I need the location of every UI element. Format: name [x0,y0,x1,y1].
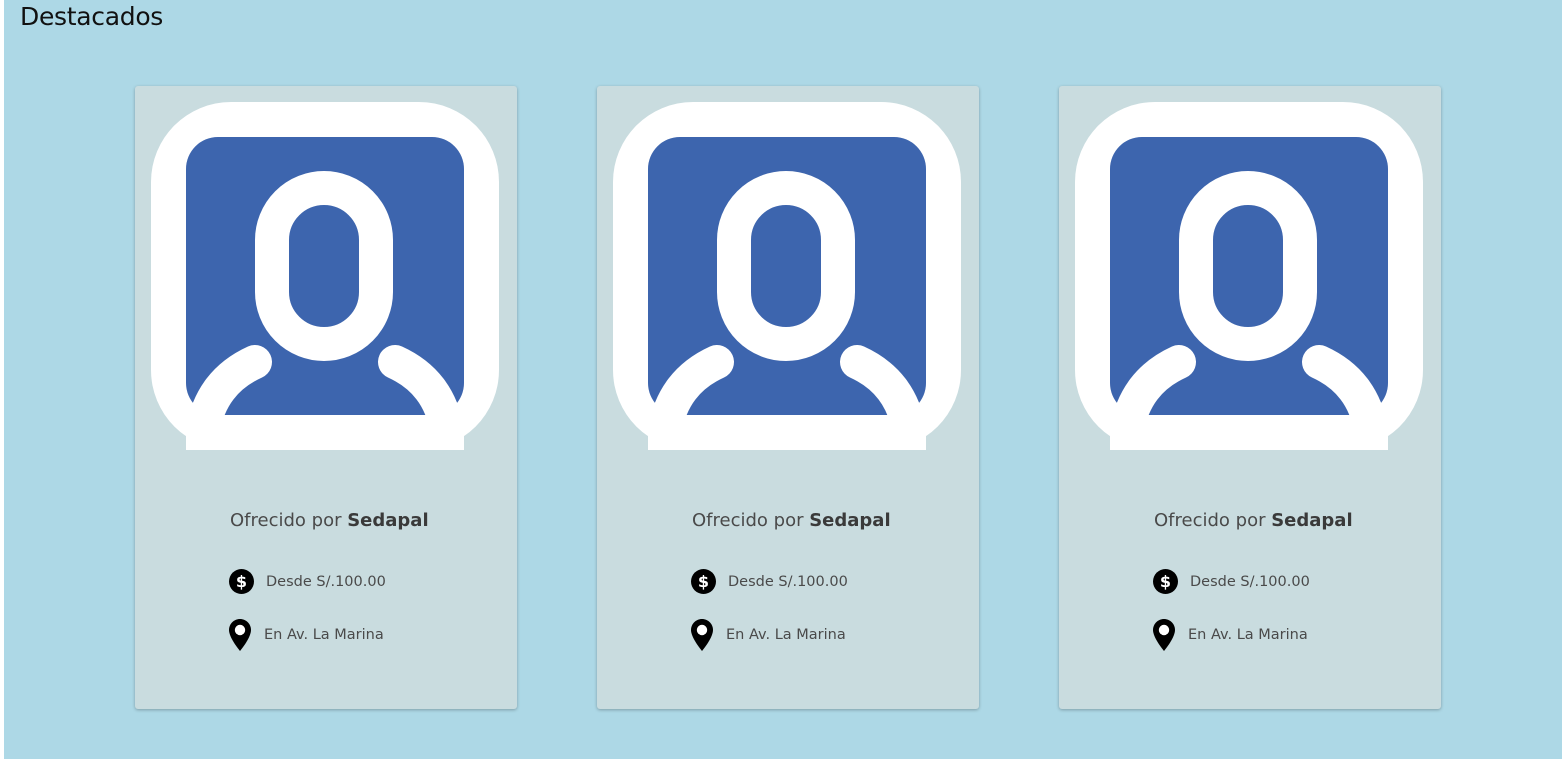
dollar-icon: $ [1153,569,1178,594]
featured-card[interactable]: Ofrecido por Sedapal $ Desde S/.100.00 E… [597,86,979,709]
svg-text:$: $ [698,572,709,591]
map-pin-icon [1153,619,1175,651]
svg-text:$: $ [1160,572,1171,591]
location-row: En Av. La Marina [1153,619,1308,651]
location-text: En Av. La Marina [264,627,384,643]
location-row: En Av. La Marina [691,619,846,651]
user-avatar-icon [151,102,499,450]
offered-by-label: Ofrecido por [1154,510,1272,531]
provider-name: Sedapal [809,510,891,531]
price-row: $ Desde S/.100.00 [691,569,848,594]
provider-name: Sedapal [1271,510,1353,531]
offered-by-label: Ofrecido por [692,510,810,531]
section-title: Destacados [20,2,164,31]
featured-card[interactable]: Ofrecido por Sedapal $ Desde S/.100.00 E… [1059,86,1441,709]
location-text: En Av. La Marina [726,627,846,643]
dollar-icon: $ [229,569,254,594]
price-row: $ Desde S/.100.00 [1153,569,1310,594]
map-pin-icon [229,619,251,651]
dollar-icon: $ [691,569,716,594]
offered-by-label: Ofrecido por [230,510,348,531]
featured-card[interactable]: Ofrecido por Sedapal $ Desde S/.100.00 E… [135,86,517,709]
featured-section: Destacados Ofrecido por Sedapal $ Desde … [4,0,1562,759]
offered-by-text: Ofrecido por Sedapal [692,510,891,531]
provider-name: Sedapal [347,510,429,531]
user-avatar-icon [1075,102,1423,450]
location-text: En Av. La Marina [1188,627,1308,643]
offered-by-text: Ofrecido por Sedapal [230,510,429,531]
user-avatar-icon [613,102,961,450]
price-text: Desde S/.100.00 [266,573,386,590]
price-row: $ Desde S/.100.00 [229,569,386,594]
location-row: En Av. La Marina [229,619,384,651]
price-text: Desde S/.100.00 [728,573,848,590]
price-text: Desde S/.100.00 [1190,573,1310,590]
offered-by-text: Ofrecido por Sedapal [1154,510,1353,531]
map-pin-icon [691,619,713,651]
svg-text:$: $ [236,572,247,591]
